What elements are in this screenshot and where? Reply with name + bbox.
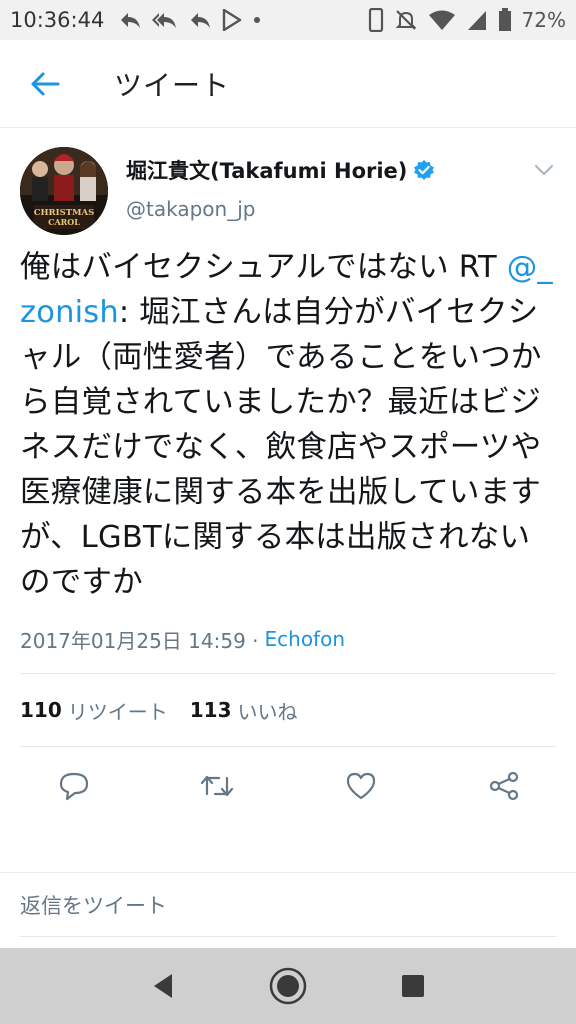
share-button[interactable] — [484, 766, 524, 806]
screen-name[interactable]: @takapon_jp — [126, 197, 435, 221]
author-info: 堀江貴文(Takafumi Horie) @takapon_jp — [126, 147, 435, 221]
tweet-text-before: 俺はバイセクシュアルではない RT — [20, 250, 507, 285]
triangle-back-icon — [153, 974, 172, 998]
display-name-row: 堀江貴文(Takafumi Horie) — [126, 155, 435, 185]
notification-icons — [118, 9, 262, 31]
arrow-left-icon — [31, 72, 60, 95]
share-icon — [489, 771, 519, 801]
status-bar: 10:36:44 72% — [0, 0, 576, 40]
app-header: ツイート — [0, 40, 576, 128]
system-icons: 72% — [368, 8, 566, 32]
reply-bubble-icon — [59, 772, 89, 801]
verified-badge-icon — [414, 160, 435, 180]
reply-icon — [191, 13, 211, 28]
battery-percent: 72% — [521, 8, 566, 32]
back-button[interactable] — [0, 40, 90, 128]
engagement-counts: 110 リツイート 113 いいね — [20, 674, 556, 746]
system-nav-bar — [0, 948, 576, 1024]
like-count[interactable]: 113 — [190, 698, 232, 722]
retweet-button[interactable] — [197, 766, 237, 806]
dot-icon — [254, 17, 261, 23]
svg-text:CAROL: CAROL — [48, 217, 80, 227]
battery-icon — [498, 8, 511, 31]
more-options-button[interactable] — [534, 147, 556, 180]
nav-back-button[interactable] — [135, 958, 191, 1014]
like-button[interactable] — [341, 766, 381, 806]
tweet-detail: CHRISTMAS CAROL 堀江貴文(Takafumi Horie) @ta… — [0, 129, 576, 825]
retweet-icon — [201, 775, 234, 797]
reply-icon — [121, 13, 141, 28]
reply-box: 返信をツイート — [0, 872, 576, 948]
square-recents-icon — [402, 975, 425, 997]
heart-icon — [346, 772, 375, 800]
reply-all-icon — [152, 13, 177, 28]
page-title: ツイート — [114, 68, 231, 102]
phone-icon — [368, 8, 383, 32]
nav-home-button[interactable] — [260, 958, 316, 1014]
timestamp: 2017年01月25日 14:59 · — [20, 628, 259, 653]
tweet-text-after: : 堀江さんは自分がバイセクシャル（両性愛者）であることをいつから自覚されていま… — [20, 295, 542, 600]
signal-icon — [467, 11, 486, 30]
like-label[interactable]: いいね — [238, 696, 298, 725]
tweet-actions — [20, 747, 556, 825]
display-name[interactable]: 堀江貴文(Takafumi Horie) — [126, 155, 407, 185]
play-store-icon — [223, 9, 242, 31]
author-row: CHRISTMAS CAROL 堀江貴文(Takafumi Horie) @ta… — [20, 129, 556, 241]
reply-input[interactable]: 返信をツイート — [20, 873, 556, 937]
reply-button[interactable] — [54, 766, 94, 806]
status-time: 10:36:44 — [10, 8, 105, 32]
avatar[interactable]: CHRISTMAS CAROL — [20, 147, 108, 235]
tweet-text: 俺はバイセクシュアルではない RT @_zonish: 堀江さんは自分がバイセク… — [20, 245, 560, 605]
source-link[interactable]: Echofon — [265, 627, 346, 651]
wifi-icon — [428, 10, 455, 30]
retweet-count[interactable]: 110 — [20, 698, 62, 722]
mute-icon — [395, 10, 416, 30]
home-circle-icon — [269, 967, 307, 1005]
nav-recents-button[interactable] — [385, 958, 441, 1014]
timestamp-row: 2017年01月25日 14:59 · Echofon — [20, 617, 556, 661]
avatar-image: CHRISTMAS CAROL — [20, 147, 108, 235]
chevron-down-icon — [534, 164, 554, 176]
retweet-label[interactable]: リツイート — [68, 696, 168, 725]
